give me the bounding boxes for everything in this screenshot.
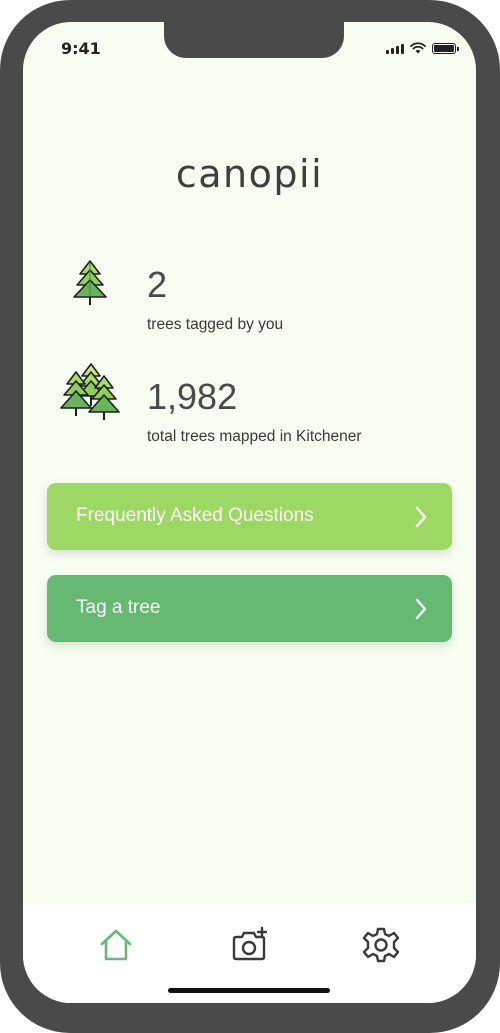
tab-home[interactable] (96, 925, 136, 965)
chevron-right-icon (415, 598, 427, 620)
tab-camera[interactable] (229, 925, 269, 965)
tag-tree-button-label: Tag a tree (76, 597, 161, 618)
trees-tagged-value: 2 (147, 264, 168, 305)
home-icon (100, 929, 132, 961)
trees-tagged-label: trees tagged by you (147, 316, 284, 333)
tag-tree-button[interactable]: Tag a tree (47, 575, 452, 642)
app-title: canopii (175, 152, 324, 196)
tab-bar (23, 903, 476, 1003)
tab-settings[interactable] (361, 925, 401, 965)
tree-icon (73, 260, 107, 305)
notch (164, 22, 344, 58)
trees-mapped-label: total trees mapped in Kitchener (147, 428, 362, 445)
battery-icon (432, 43, 459, 54)
phone-frame: 9:41 canopii 2 trees tagged by you 1,982… (0, 0, 500, 1033)
signal-icon (386, 44, 404, 54)
faq-button[interactable]: Frequently Asked Questions (47, 483, 452, 550)
status-time: 9:41 (61, 39, 101, 58)
trees-mapped-value: 1,982 (147, 376, 238, 417)
wifi-icon (410, 42, 426, 54)
forest-icon (60, 363, 120, 420)
status-icons (386, 42, 459, 54)
settings-icon (362, 927, 400, 963)
faq-button-label: Frequently Asked Questions (76, 505, 314, 526)
chevron-right-icon (415, 506, 427, 528)
screen: 9:41 canopii 2 trees tagged by you 1,982… (23, 22, 476, 1003)
camera-add-icon (232, 926, 268, 961)
home-indicator (168, 988, 330, 993)
